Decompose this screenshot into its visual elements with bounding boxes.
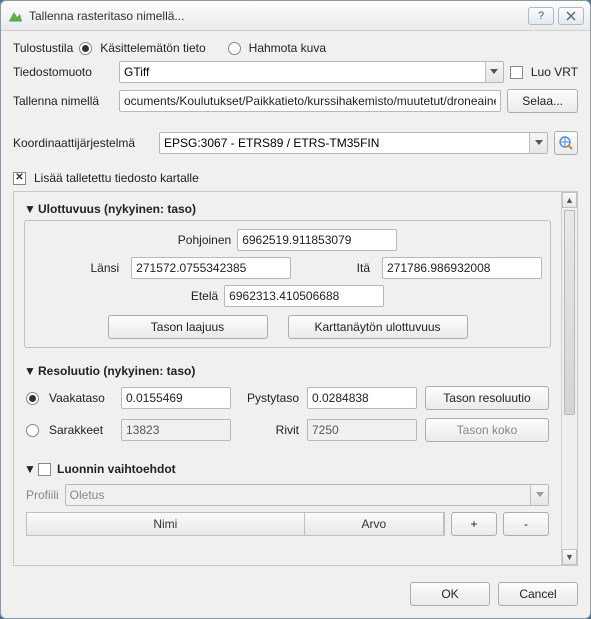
add-to-map-row: Lisää talletettu tiedosto kartalle	[13, 171, 578, 185]
add-option-button[interactable]: +	[451, 512, 497, 536]
north-input[interactable]	[237, 229, 397, 251]
chevron-down-icon	[530, 485, 548, 505]
dialog-footer: OK Cancel	[1, 574, 590, 618]
south-input[interactable]	[224, 285, 384, 307]
save-as-row: Tallenna nimellä Selaa...	[13, 89, 578, 113]
chevron-down-icon	[529, 133, 547, 153]
browse-button[interactable]: Selaa...	[507, 89, 578, 113]
disclosure-triangle-icon: ▼	[24, 202, 34, 216]
create-options-section-header[interactable]: ▼ Luonnin vaihtoehdot	[24, 460, 551, 480]
extent-title: Ulottuvuus (nykyinen: taso)	[38, 202, 196, 216]
layer-resolution-button[interactable]: Tason resoluutio	[425, 386, 549, 410]
save-as-input[interactable]	[119, 90, 501, 112]
options-scrollpane: ▼ Ulottuvuus (nykyinen: taso) Pohjoinen …	[13, 191, 578, 566]
ok-button[interactable]: OK	[410, 582, 490, 606]
resolution-columns-row: Sarakkeet Rivit Tason koko	[26, 418, 549, 442]
cancel-button[interactable]: Cancel	[498, 582, 578, 606]
create-vrt-checkbox[interactable]	[510, 66, 523, 79]
output-mode-row: Tulostustila Käsittelemätön tieto Hahmot…	[13, 41, 578, 55]
south-label: Etelä	[191, 289, 218, 303]
file-format-value: GTiff	[124, 65, 149, 79]
radio-raw-data[interactable]	[79, 42, 92, 55]
disclosure-triangle-icon: ▼	[24, 462, 34, 476]
scroll-up-icon[interactable]: ▲	[562, 192, 577, 208]
resolution-title: Resoluutio (nykyinen: taso)	[38, 364, 195, 378]
title-bar[interactable]: Tallenna rasteritaso nimellä... ?	[1, 1, 590, 31]
save-as-label: Tallenna nimellä	[13, 94, 113, 108]
remove-option-button[interactable]: -	[503, 512, 549, 536]
chevron-down-icon	[485, 62, 503, 82]
scroll-down-icon[interactable]: ▼	[562, 549, 577, 565]
east-input[interactable]	[382, 257, 542, 279]
scrollbar-thumb[interactable]	[564, 210, 575, 415]
app-icon	[7, 8, 23, 24]
extent-group: Pohjoinen Länsi Itä Etelä Tason la	[24, 220, 551, 348]
disclosure-triangle-icon: ▼	[24, 364, 34, 378]
north-label: Pohjoinen	[178, 233, 231, 247]
window-title: Tallenna rasteritaso nimellä...	[29, 9, 524, 23]
create-vrt-label: Luo VRT	[531, 65, 578, 79]
layer-extent-button[interactable]: Tason laajuus	[108, 315, 268, 339]
rows-label: Rivit	[239, 423, 299, 437]
output-mode-label: Tulostustila	[13, 41, 73, 55]
west-input[interactable]	[131, 257, 291, 279]
vertical-input[interactable]	[307, 387, 417, 409]
crs-row: Koordinaattijärjestelmä EPSG:3067 - ETRS…	[13, 131, 578, 155]
east-label: Itä	[299, 261, 374, 275]
crs-label: Koordinaattijärjestelmä	[13, 136, 153, 150]
radio-horizontal[interactable]	[26, 392, 39, 405]
dialog-body: Tulostustila Käsittelemätön tieto Hahmot…	[1, 31, 590, 574]
extent-section-header[interactable]: ▼ Ulottuvuus (nykyinen: taso)	[24, 200, 551, 220]
radio-rendered-image[interactable]	[228, 42, 241, 55]
vertical-label: Pystytaso	[239, 391, 299, 405]
layer-size-button: Tason koko	[425, 418, 549, 442]
select-crs-button[interactable]	[554, 131, 578, 155]
horizontal-input[interactable]	[121, 387, 231, 409]
column-value: Arvo	[305, 513, 444, 535]
resolution-section-header[interactable]: ▼ Resoluutio (nykyinen: taso)	[24, 362, 551, 382]
add-to-map-checkbox[interactable]	[13, 172, 26, 185]
help-button[interactable]: ?	[528, 7, 554, 25]
file-format-row: Tiedostomuoto GTiff Luo VRT	[13, 61, 578, 83]
crs-value: EPSG:3067 - ETRS89 / ETRS-TM35FIN	[164, 136, 379, 150]
crs-combo[interactable]: EPSG:3067 - ETRS89 / ETRS-TM35FIN	[159, 132, 548, 154]
resolution-horizontal-row: Vaakataso Pystytaso Tason resoluutio	[26, 386, 549, 410]
radio-rendered-image-label: Hahmota kuva	[249, 41, 326, 55]
file-format-label: Tiedostomuoto	[13, 65, 113, 79]
columns-input	[121, 419, 231, 441]
file-format-combo[interactable]: GTiff	[119, 61, 504, 83]
column-name: Nimi	[27, 513, 305, 535]
profile-label: Profiili	[26, 488, 59, 502]
radio-columns[interactable]	[26, 424, 39, 437]
radio-raw-data-label: Käsittelemätön tieto	[100, 41, 205, 55]
close-button[interactable]	[558, 7, 584, 25]
scrollbar-track[interactable]	[562, 208, 577, 549]
rows-input	[307, 419, 417, 441]
add-to-map-label: Lisää talletettu tiedosto kartalle	[34, 171, 199, 185]
columns-label: Sarakkeet	[49, 423, 113, 437]
dialog-window: Tallenna rasteritaso nimellä... ? Tulost…	[0, 0, 591, 619]
profile-combo: Oletus	[65, 484, 549, 506]
horizontal-label: Vaakataso	[49, 391, 113, 405]
west-label: Länsi	[33, 261, 123, 275]
vertical-scrollbar[interactable]: ▲ ▼	[561, 192, 577, 565]
options-table-header: Nimi Arvo	[26, 512, 445, 536]
canvas-extent-button[interactable]: Karttanäytön ulottuvuus	[288, 315, 468, 339]
profile-value: Oletus	[70, 488, 105, 502]
create-options-checkbox[interactable]	[38, 463, 51, 476]
create-options-title: Luonnin vaihtoehdot	[57, 462, 176, 476]
